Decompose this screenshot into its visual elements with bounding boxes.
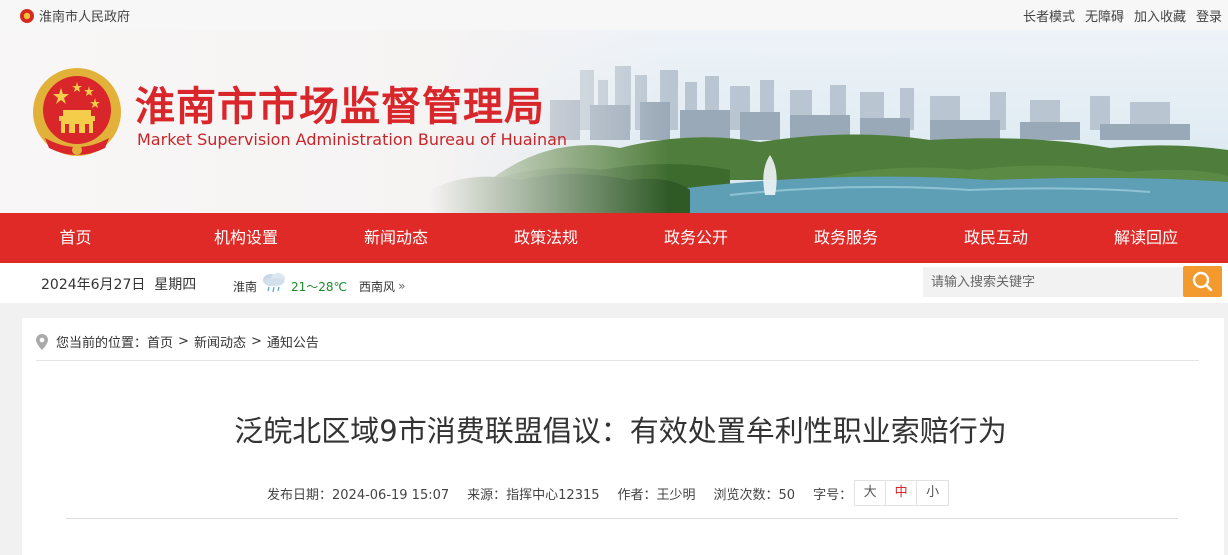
breadcrumb-separator: >: [178, 334, 189, 349]
site-title: 淮南市市场监督管理局: [135, 84, 545, 130]
breadcrumb-notices[interactable]: 通知公告: [267, 332, 319, 351]
header-banner: 淮南市市场监督管理局 Market Supervision Administra…: [0, 30, 1228, 213]
top-bar: 淮南市人民政府 长者模式 无障碍 加入收藏 登录: [0, 0, 1228, 30]
font-size-switcher: 大 中 小: [854, 480, 950, 506]
gov-link[interactable]: 淮南市人民政府: [20, 6, 130, 25]
weather-temp: 21～28℃: [291, 279, 348, 294]
location-pin-icon: [36, 333, 48, 350]
weather-city: 淮南: [233, 279, 258, 294]
nav-item-services[interactable]: 政务服务: [771, 213, 921, 263]
info-bar: 2024年6月27日 星期四 淮南 21～28℃ 西南风 »: [0, 263, 1228, 303]
current-date: 2024年6月27日 星期四: [41, 274, 196, 294]
add-favorite-link[interactable]: 加入收藏: [1134, 6, 1186, 25]
nav-item-gov-affairs[interactable]: 政务公开: [621, 213, 771, 263]
city-lake-scene-image: [430, 30, 1228, 213]
search-input[interactable]: [923, 267, 1183, 297]
breadcrumb-home[interactable]: 首页: [147, 332, 173, 351]
nav-item-interaction[interactable]: 政民互动: [921, 213, 1071, 263]
search-button[interactable]: [1183, 266, 1222, 297]
elder-mode-link[interactable]: 长者模式: [1023, 6, 1075, 25]
breadcrumb-news[interactable]: 新闻动态: [194, 332, 246, 351]
breadcrumb-separator: >: [250, 334, 262, 349]
article-author: 作者：王少明: [617, 487, 696, 503]
site-subtitle: Market Supervision Administration Bureau…: [137, 130, 568, 149]
breadcrumb-prefix: 您当前的位置：: [56, 336, 148, 351]
publish-date: 发布日期：2024-06-19 15:07: [267, 487, 450, 503]
date-text: 2024年6月27日: [41, 277, 146, 293]
nav-item-organization[interactable]: 机构设置: [171, 213, 321, 263]
national-emblem-icon: [20, 8, 34, 23]
article-meta: 发布日期：2024-06-19 15:07 来源：指挥中心12315 作者：王少…: [267, 480, 950, 506]
font-size-large-button[interactable]: 大: [855, 481, 887, 505]
weather-widget[interactable]: 淮南 21～28℃ 西南风 »: [233, 273, 406, 297]
weather-wind: 西南风: [359, 279, 396, 294]
breadcrumb-divider: [36, 360, 1199, 361]
weekday-text: 星期四: [154, 277, 197, 293]
main-nav: 首页 机构设置 新闻动态 政策法规 政务公开 政务服务 政民互动 解读回应: [0, 213, 1228, 263]
gov-name: 淮南市人民政府: [39, 10, 131, 25]
rain-cloud-icon: [263, 273, 286, 293]
content-panel: 您当前的位置： 首页 > 新闻动态 > 通知公告 泛皖北区域9市消费联盟倡议：有…: [22, 318, 1224, 555]
breadcrumb: 您当前的位置： 首页 > 新闻动态 > 通知公告: [36, 332, 319, 351]
font-size-label: 字号：: [813, 487, 853, 503]
search-icon: [1192, 271, 1213, 292]
article-title: 泛皖北区域9市消费联盟倡议：有效处置牟利性职业索赔行为: [234, 414, 1007, 448]
font-size-medium-button[interactable]: 中: [886, 481, 918, 505]
view-count: 浏览次数：50: [713, 487, 796, 503]
top-links: 长者模式 无障碍 加入收藏 登录: [1013, 6, 1222, 25]
accessibility-link[interactable]: 无障碍: [1085, 6, 1124, 25]
nav-item-home[interactable]: 首页: [0, 213, 171, 263]
meta-divider: [66, 518, 1178, 519]
chevron-right-double-icon: »: [398, 279, 406, 293]
nav-item-policy[interactable]: 政策法规: [471, 213, 621, 263]
nav-item-news[interactable]: 新闻动态: [321, 213, 471, 263]
nav-item-interpretation[interactable]: 解读回应: [1071, 213, 1221, 263]
font-size-small-button[interactable]: 小: [917, 481, 948, 505]
national-emblem-logo: [33, 68, 121, 156]
login-link[interactable]: 登录: [1196, 6, 1222, 25]
article-source: 来源：指挥中心12315: [467, 487, 600, 503]
